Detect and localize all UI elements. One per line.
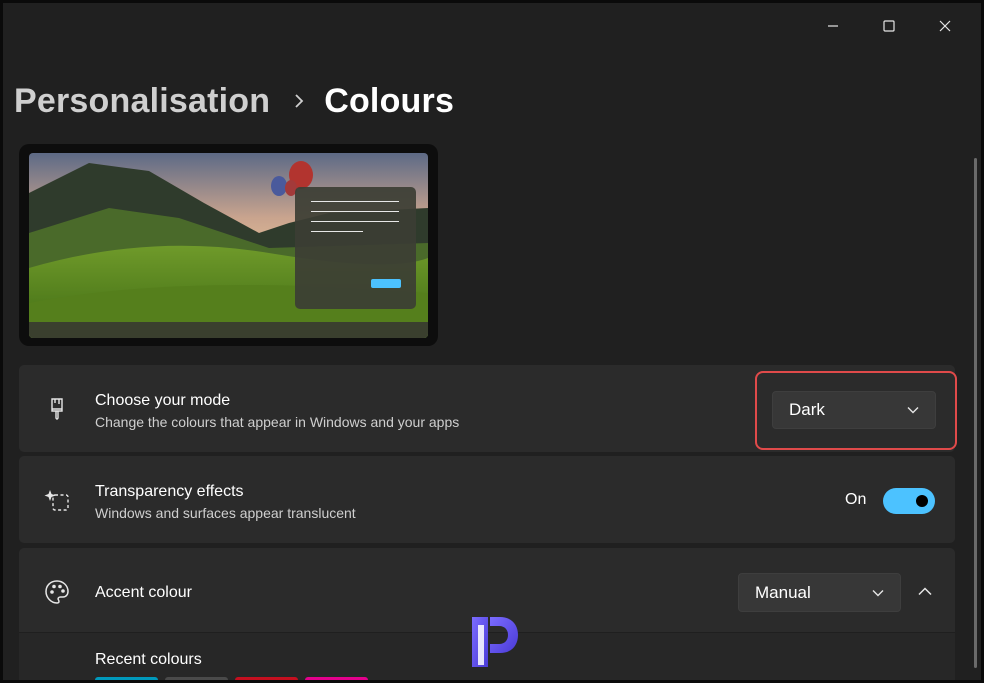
accent-dropdown-value: Manual: [755, 582, 811, 602]
preview-taskbar: [29, 322, 428, 338]
recent-colours-label: Recent colours: [95, 651, 202, 668]
accent-title: Accent colour: [95, 584, 192, 601]
recent-colours-swatches: [95, 677, 368, 680]
settings-window: Personalisation Colours Choose your mode…: [0, 0, 984, 683]
close-button[interactable]: [917, 9, 973, 43]
mode-description: Change the colours that appear in Window…: [95, 414, 460, 430]
colour-swatch[interactable]: [165, 677, 228, 680]
colour-swatch[interactable]: [305, 677, 368, 680]
minimize-icon: [828, 25, 838, 27]
close-icon: [939, 20, 951, 32]
transparency-description: Windows and surfaces appear translucent: [95, 505, 356, 521]
accent-dropdown[interactable]: Manual: [738, 573, 901, 612]
breadcrumb: Personalisation Colours: [14, 79, 454, 123]
chevron-right-icon: [294, 93, 304, 109]
transparency-toggle[interactable]: [883, 488, 935, 514]
vertical-scrollbar[interactable]: [974, 158, 977, 668]
palette-icon: [43, 578, 71, 606]
collapse-accent-button[interactable]: [910, 576, 940, 606]
transparency-toggle-state: On: [845, 491, 867, 508]
toggle-knob: [916, 495, 928, 507]
preview-accent-button: [371, 279, 401, 288]
mode-highlight-annotation: [755, 371, 957, 450]
maximize-icon: [883, 20, 895, 32]
mode-title: Choose your mode: [95, 392, 231, 409]
minimize-button[interactable]: [805, 9, 861, 43]
caption-buttons: [805, 9, 973, 43]
theme-preview: [19, 144, 438, 346]
chevron-up-icon: [918, 586, 932, 595]
preview-wallpaper: [29, 153, 428, 338]
chevron-down-icon: [872, 589, 884, 597]
transparency-icon: [43, 486, 71, 514]
breadcrumb-parent-link[interactable]: Personalisation: [14, 82, 270, 121]
colour-swatch[interactable]: [235, 677, 298, 680]
watermark-logo: [466, 613, 520, 671]
transparency-title: Transparency effects: [95, 483, 244, 500]
page-title: Colours: [324, 81, 455, 120]
transparency-setting-card: Transparency effects Windows and surface…: [19, 456, 955, 543]
colour-swatch[interactable]: [95, 677, 158, 680]
maximize-button[interactable]: [861, 9, 917, 43]
preview-window: [295, 187, 416, 309]
brush-icon: [43, 395, 71, 423]
